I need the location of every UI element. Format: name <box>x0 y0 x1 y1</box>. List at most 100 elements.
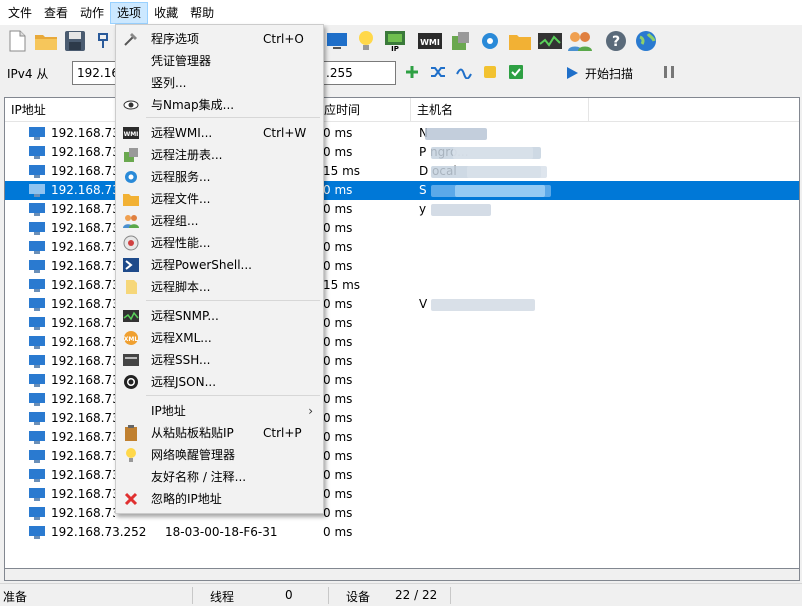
globe-icon[interactable] <box>633 28 659 54</box>
ip-card-icon[interactable]: IP <box>382 28 408 54</box>
cell-ip: 192.168.73. <box>51 411 115 425</box>
menu-file[interactable]: 文件 <box>2 2 38 24</box>
services-gear-icon[interactable] <box>477 28 503 54</box>
menu-help[interactable]: 帮助 <box>184 2 220 24</box>
cell-ip: 192.168.73. <box>51 221 115 235</box>
menu-options[interactable]: 选项 <box>110 1 149 24</box>
note-icon[interactable] <box>481 63 499 81</box>
cell-response: 0 ms <box>323 145 353 159</box>
cell-ip: 192.168.73. <box>51 164 115 178</box>
cell-ip: 192.168.73. <box>51 316 115 330</box>
cell-ip: 192.168.73. <box>51 392 115 406</box>
save-icon[interactable] <box>62 28 88 54</box>
menu-ignored-ips[interactable]: 忽略的IP地址 <box>118 488 321 510</box>
folder-icon[interactable] <box>507 28 533 54</box>
cell-ip: 192.168.73. <box>51 183 115 197</box>
registry-icon[interactable] <box>447 28 473 54</box>
computer-icon <box>29 241 45 254</box>
menu-action[interactable]: 动作 <box>74 2 110 24</box>
cell-response: 0 ms <box>323 373 353 387</box>
new-file-icon[interactable] <box>4 28 30 54</box>
wave-icon[interactable] <box>455 63 473 81</box>
cell-response: 0 ms <box>323 259 353 273</box>
menu-credential-manager[interactable]: 凭证管理器 <box>118 50 321 72</box>
table-row[interactable]: 192.168.73.252 18-03-00-18-F6-31 0 ms <box>5 523 799 542</box>
menu-item-shortcut: Ctrl+O <box>263 32 304 46</box>
computer-icon <box>29 393 45 406</box>
cell-response: 0 ms <box>323 506 353 520</box>
cell-response: 0 ms <box>323 297 353 311</box>
cell-response: 0 ms <box>323 126 353 140</box>
menu-view[interactable]: 查看 <box>38 2 74 24</box>
cell-response: 15 ms <box>323 164 361 178</box>
cell-ip: 192.168.73. <box>51 449 115 463</box>
menu-friendly-name[interactable]: 友好名称 / 注释... <box>118 466 321 488</box>
menu-item-label: 友好名称 / 注释... <box>151 470 247 484</box>
computer-icon <box>29 127 45 140</box>
cell-response: 0 ms <box>323 335 353 349</box>
check-icon[interactable] <box>507 63 525 81</box>
menu-remote-performance[interactable]: 远程性能... <box>118 232 321 254</box>
menu-remote-wmi[interactable]: WMI 远程WMI... Ctrl+W <box>118 122 321 144</box>
cell-ip: 192.168.73. <box>51 506 115 520</box>
svg-text:IP: IP <box>391 45 399 52</box>
help-icon[interactable]: ? <box>603 28 629 54</box>
powershell-icon <box>123 257 139 273</box>
menu-item-shortcut: Ctrl+P <box>263 426 302 440</box>
computer-icon <box>29 355 45 368</box>
shuffle-icon[interactable] <box>429 63 447 81</box>
menu-remote-registry[interactable]: 远程注册表... <box>118 144 321 166</box>
wmi-icon: WMI <box>123 125 139 141</box>
start-scan-button[interactable]: 开始扫描 <box>565 63 633 83</box>
cell-ip: 192.168.73. <box>51 126 115 140</box>
menu-program-options[interactable]: 程序选项 Ctrl+O <box>118 28 321 50</box>
menu-remote-files[interactable]: 远程文件... <box>118 188 321 210</box>
play-icon <box>567 67 578 79</box>
menu-remote-ssh[interactable]: 远程SSH... <box>118 349 321 371</box>
cell-ip: 192.168.73. <box>51 335 115 349</box>
snmp-icon <box>123 308 139 324</box>
menu-wol-manager[interactable]: 网络唤醒管理器 <box>118 444 321 466</box>
menu-remote-script[interactable]: 远程脚本... <box>118 276 321 298</box>
horizontal-scrollbar[interactable] <box>4 569 800 581</box>
ssh-icon <box>123 352 139 368</box>
json-icon <box>123 374 139 390</box>
cell-ip: 192.168.73.252 <box>51 525 147 539</box>
cell-response: 0 ms <box>323 468 353 482</box>
users-group-icon <box>123 213 139 229</box>
menu-remote-snmp[interactable]: 远程SNMP... <box>118 305 321 327</box>
menu-columns[interactable]: 竖列... <box>118 72 321 94</box>
menu-paste-ip[interactable]: 从粘贴板粘贴IP Ctrl+P <box>118 422 321 444</box>
menu-remote-services[interactable]: 远程服务... <box>118 166 321 188</box>
menu-item-label: 远程SNMP... <box>151 309 219 323</box>
svg-text:WMI: WMI <box>124 131 139 138</box>
users-group-icon[interactable] <box>567 28 593 54</box>
pause-icon[interactable] <box>660 63 678 81</box>
menu-ip-address[interactable]: IP地址 › <box>118 400 321 422</box>
ip-to-input[interactable]: .255 <box>320 61 396 85</box>
menu-nmap-integration[interactable]: 与Nmap集成... <box>118 94 321 116</box>
menu-separator <box>146 395 320 396</box>
cell-ip: 192.168.73. <box>51 487 115 501</box>
gauge-icon <box>123 235 139 251</box>
col-hostname[interactable]: 主机名 <box>411 98 589 122</box>
bulb-icon[interactable] <box>353 28 379 54</box>
menu-remote-json[interactable]: 远程JSON... <box>118 371 321 393</box>
submenu-arrow-icon: › <box>308 404 313 418</box>
cell-response: 0 ms <box>323 354 353 368</box>
monitor-icon[interactable] <box>324 28 350 54</box>
performance-icon[interactable] <box>537 28 563 54</box>
wmi-icon[interactable]: WMI <box>417 28 443 54</box>
col-response[interactable]: 响应时间 <box>312 98 411 122</box>
menu-item-label: 远程XML... <box>151 331 212 345</box>
cell-ip: 192.168.73. <box>51 373 115 387</box>
menu-remote-xml[interactable]: XML 远程XML... <box>118 327 321 349</box>
menu-favorites[interactable]: 收藏 <box>148 2 184 24</box>
add-plus-icon[interactable] <box>403 63 421 81</box>
open-folder-icon[interactable] <box>33 28 59 54</box>
computer-icon <box>29 412 45 425</box>
menu-remote-powershell[interactable]: 远程PowerShell... <box>118 254 321 276</box>
redacted-pixelation <box>455 185 545 197</box>
menu-remote-groups[interactable]: 远程组... <box>118 210 321 232</box>
cell-response: 0 ms <box>323 240 353 254</box>
